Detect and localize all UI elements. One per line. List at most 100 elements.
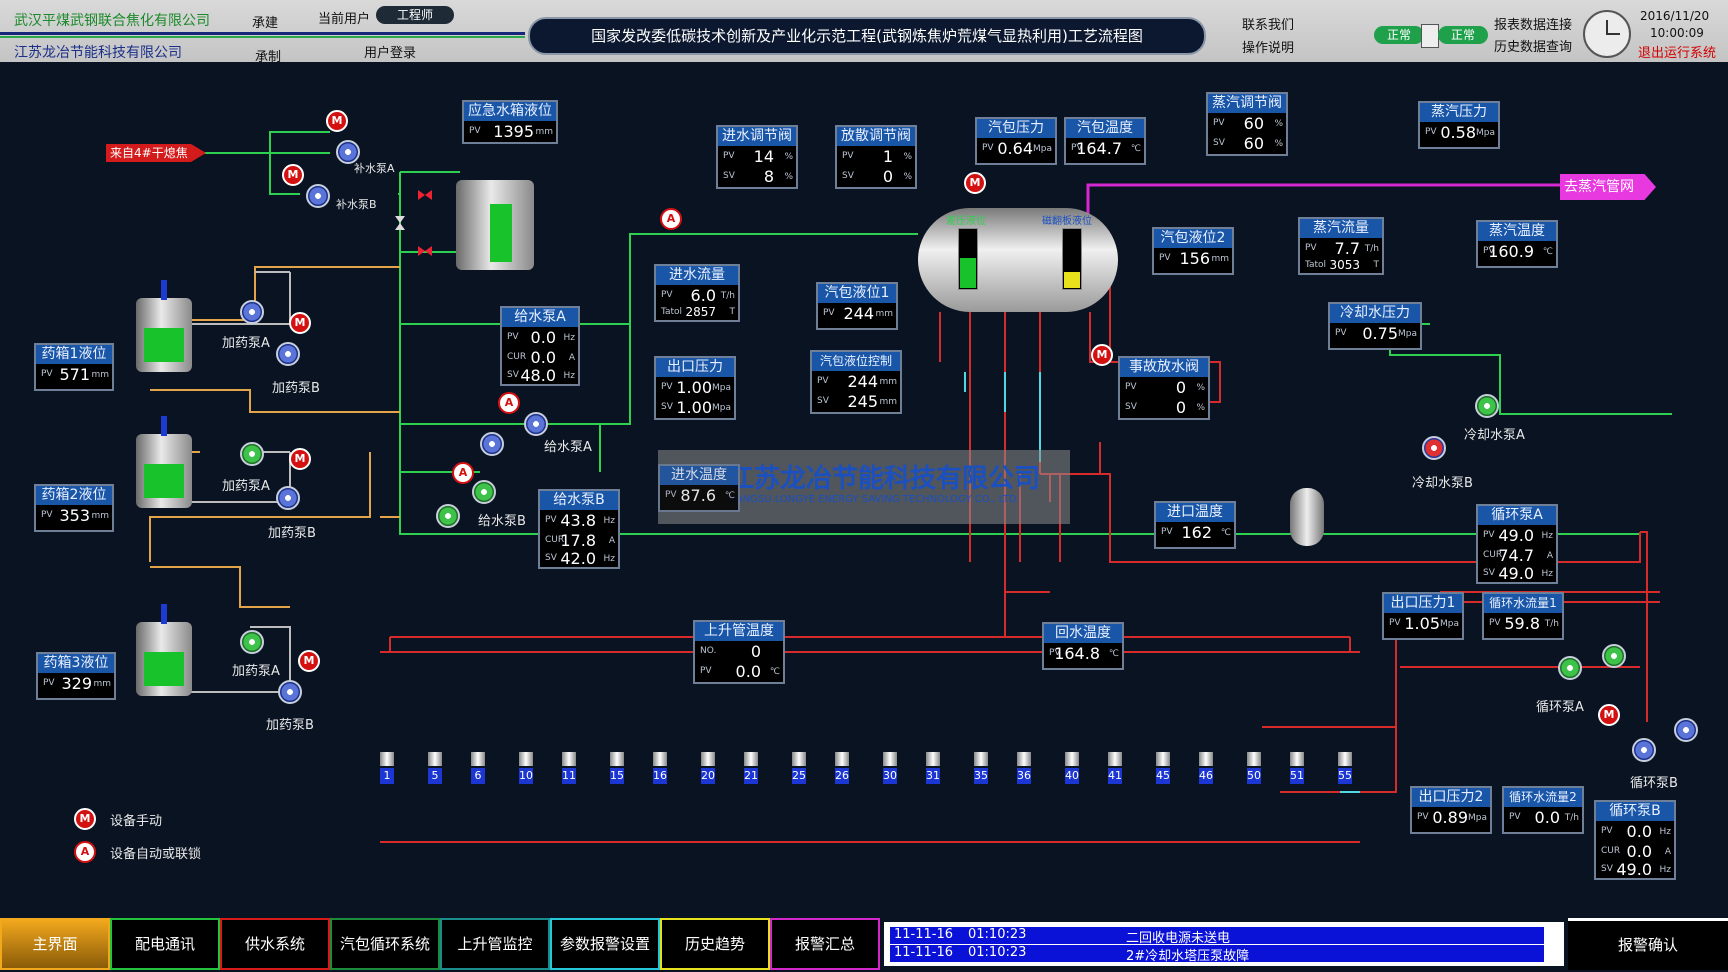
status-badge-2: 正常 — [1438, 26, 1488, 44]
tab-0[interactable]: 主界面 — [0, 918, 110, 970]
refill-pump-b-icon[interactable] — [306, 184, 330, 208]
emergency-tank — [456, 180, 534, 270]
contact-link[interactable]: 联系我们 — [1242, 14, 1294, 33]
company-sub: 江苏龙冶节能科技有限公司 — [14, 45, 182, 61]
tab-2[interactable]: 供水系统 — [220, 918, 330, 970]
return-temp-panel: 回水温度 PV 164.8 ℃ — [1042, 622, 1124, 670]
dose-pump-b2-icon[interactable] — [276, 486, 300, 510]
riser-tube-icon — [519, 752, 533, 766]
tube-number[interactable]: 41 — [1108, 768, 1122, 784]
outlet-pressure-panel: 出口压力 PV 1.00 Mpa SV 1.00 Mpa — [654, 356, 736, 420]
tube-number[interactable]: 35 — [974, 768, 988, 784]
drum-level2-panel: 汽包液位2 PV 156 mm — [1152, 227, 1234, 275]
tube-number[interactable]: 20 — [701, 768, 715, 784]
dose-pump-a2-icon[interactable] — [240, 442, 264, 466]
drum-level-gauge-left — [958, 228, 978, 290]
dose-pump-b3-icon[interactable] — [278, 680, 302, 704]
legend-auto-icon: A — [74, 841, 96, 863]
drum-pressure-panel: 汽包压力 PV 0.64 Mpa — [975, 117, 1057, 165]
legend-auto-label: 设备自动或联锁 — [110, 847, 202, 862]
tube-number[interactable]: 50 — [1247, 768, 1261, 784]
cooling-pump-b-label: 冷却水泵B — [1412, 476, 1473, 491]
tab-6[interactable]: 历史趋势 — [660, 918, 770, 970]
report-link[interactable]: 报表数据连接 — [1494, 14, 1572, 33]
dose-pump-b1-icon[interactable] — [276, 342, 300, 366]
feed-pump-a-icon[interactable] — [524, 412, 548, 436]
cooling-pump-a-icon[interactable] — [1475, 394, 1499, 418]
cooling-pump-b-icon[interactable] — [1422, 436, 1446, 460]
tube-number[interactable]: 26 — [835, 768, 849, 784]
tube-number[interactable]: 16 — [653, 768, 667, 784]
tube-number[interactable]: 1 — [380, 768, 394, 784]
circ-pump-b-panel: 循环泵B PV 0.0 Hz CUR 0.0 A SV 49.0 Hz — [1594, 800, 1676, 880]
refill-pump-b-label: 补水泵B — [336, 198, 377, 211]
current-user-label: 当前用户 — [318, 12, 371, 27]
manual-badge: M — [282, 164, 304, 186]
tube-number[interactable]: 15 — [610, 768, 624, 784]
tube-number[interactable]: 5 — [428, 768, 442, 784]
current-user[interactable]: 工程师 — [376, 6, 454, 24]
alarm-row[interactable]: 11-11-16 01:10:23 2#冷却水塔压泵故障 — [890, 945, 1544, 964]
tube-number[interactable]: 25 — [792, 768, 806, 784]
circ-pump-a-icon[interactable] — [1558, 656, 1582, 680]
circ-flow2-panel: 循环水流量2 PV 0.0 T/h — [1502, 786, 1584, 834]
header-stripe-green — [0, 36, 525, 38]
tab-1[interactable]: 配电通讯 — [110, 918, 220, 970]
auto-badge: A — [498, 392, 520, 414]
server-icon — [1421, 24, 1439, 48]
tank1-level-panel: 药箱1液位 PV 571 mm — [34, 343, 114, 391]
feed-pump-b-label: 给水泵B — [478, 514, 526, 529]
circ-pump-b-spare-icon[interactable] — [1674, 718, 1698, 742]
riser-tube-icon — [1290, 752, 1304, 766]
feed-pump-a-spare-icon[interactable] — [480, 432, 504, 456]
expansion-tank — [1290, 488, 1324, 546]
tube-number[interactable]: 31 — [926, 768, 940, 784]
inlet-temp-feed-panel: 进水温度 PV 87.6 ℃ — [658, 464, 740, 512]
legend-manual-label: 设备手动 — [110, 814, 163, 829]
dose-pump-a3-icon[interactable] — [240, 630, 264, 654]
feed-pump-b-panel: 给水泵B PV 43.8 Hz CUR 17.8 A SV 42.0 Hz — [538, 489, 620, 569]
tube-number[interactable]: 21 — [744, 768, 758, 784]
tab-3[interactable]: 汽包循环系统 — [330, 918, 440, 970]
valve-icon[interactable] — [395, 216, 405, 230]
alarm-confirm-button[interactable]: 报警确认 — [1568, 918, 1728, 970]
tab-7[interactable]: 报警汇总 — [770, 918, 880, 970]
tube-number[interactable]: 51 — [1290, 768, 1304, 784]
tube-number[interactable]: 11 — [562, 768, 576, 784]
tab-5[interactable]: 参数报警设置 — [550, 918, 660, 970]
exit-link[interactable]: 退出运行系统 — [1638, 42, 1716, 61]
alarm-row[interactable]: 11-11-16 01:10:23 二回收电源未送电 — [890, 927, 1544, 946]
riser-tube-icon — [883, 752, 897, 766]
tube-number[interactable]: 45 — [1156, 768, 1170, 784]
tube-number[interactable]: 36 — [1017, 768, 1031, 784]
tube-number[interactable]: 30 — [883, 768, 897, 784]
feed-pump-b-spare-icon[interactable] — [436, 504, 460, 528]
tube-number[interactable]: 40 — [1065, 768, 1079, 784]
hmi-screen: 武汉平煤武钢联合焦化有限公司 承建 当前用户 工程师 江苏龙冶节能科技有限公司 … — [0, 0, 1728, 972]
tube-number[interactable]: 10 — [519, 768, 533, 784]
manual-link[interactable]: 操作说明 — [1242, 37, 1294, 56]
legend-manual-icon: M — [74, 808, 96, 830]
circ-pump-b-icon[interactable] — [1632, 738, 1656, 762]
drum-level1-panel: 汽包液位1 PV 244 mm — [816, 282, 898, 330]
clock-icon — [1583, 10, 1631, 58]
history-query-link[interactable]: 历史数据查询 — [1494, 36, 1572, 55]
dose-pump-a1-icon[interactable] — [240, 300, 264, 324]
tank2-level-panel: 药箱2液位 PV 353 mm — [34, 484, 114, 532]
tab-4[interactable]: 上升管监控 — [440, 918, 550, 970]
tube-number[interactable]: 6 — [471, 768, 485, 784]
login-link[interactable]: 用户登录 — [364, 42, 416, 61]
riser-tube-icon — [1017, 752, 1031, 766]
tube-number[interactable]: 55 — [1338, 768, 1352, 784]
valve-icon[interactable] — [418, 190, 432, 200]
outlet-pressure2-panel: 出口压力2 PV 0.89 Mpa — [1410, 786, 1492, 834]
manual-badge: M — [298, 650, 320, 672]
valve-icon[interactable] — [418, 246, 432, 256]
feed-pump-b-icon[interactable] — [472, 480, 496, 504]
date-text: 2016/11/20 — [1640, 9, 1710, 23]
tube-number[interactable]: 46 — [1199, 768, 1213, 784]
drum-left-label: 差压液位 — [946, 216, 986, 227]
circ-pump-a-spare-icon[interactable] — [1602, 644, 1626, 668]
emergency-level-panel: 应急水箱液位 PV 1395 mm — [462, 100, 558, 144]
tank3-level-panel: 药箱3液位 PV 329 mm — [36, 652, 116, 700]
